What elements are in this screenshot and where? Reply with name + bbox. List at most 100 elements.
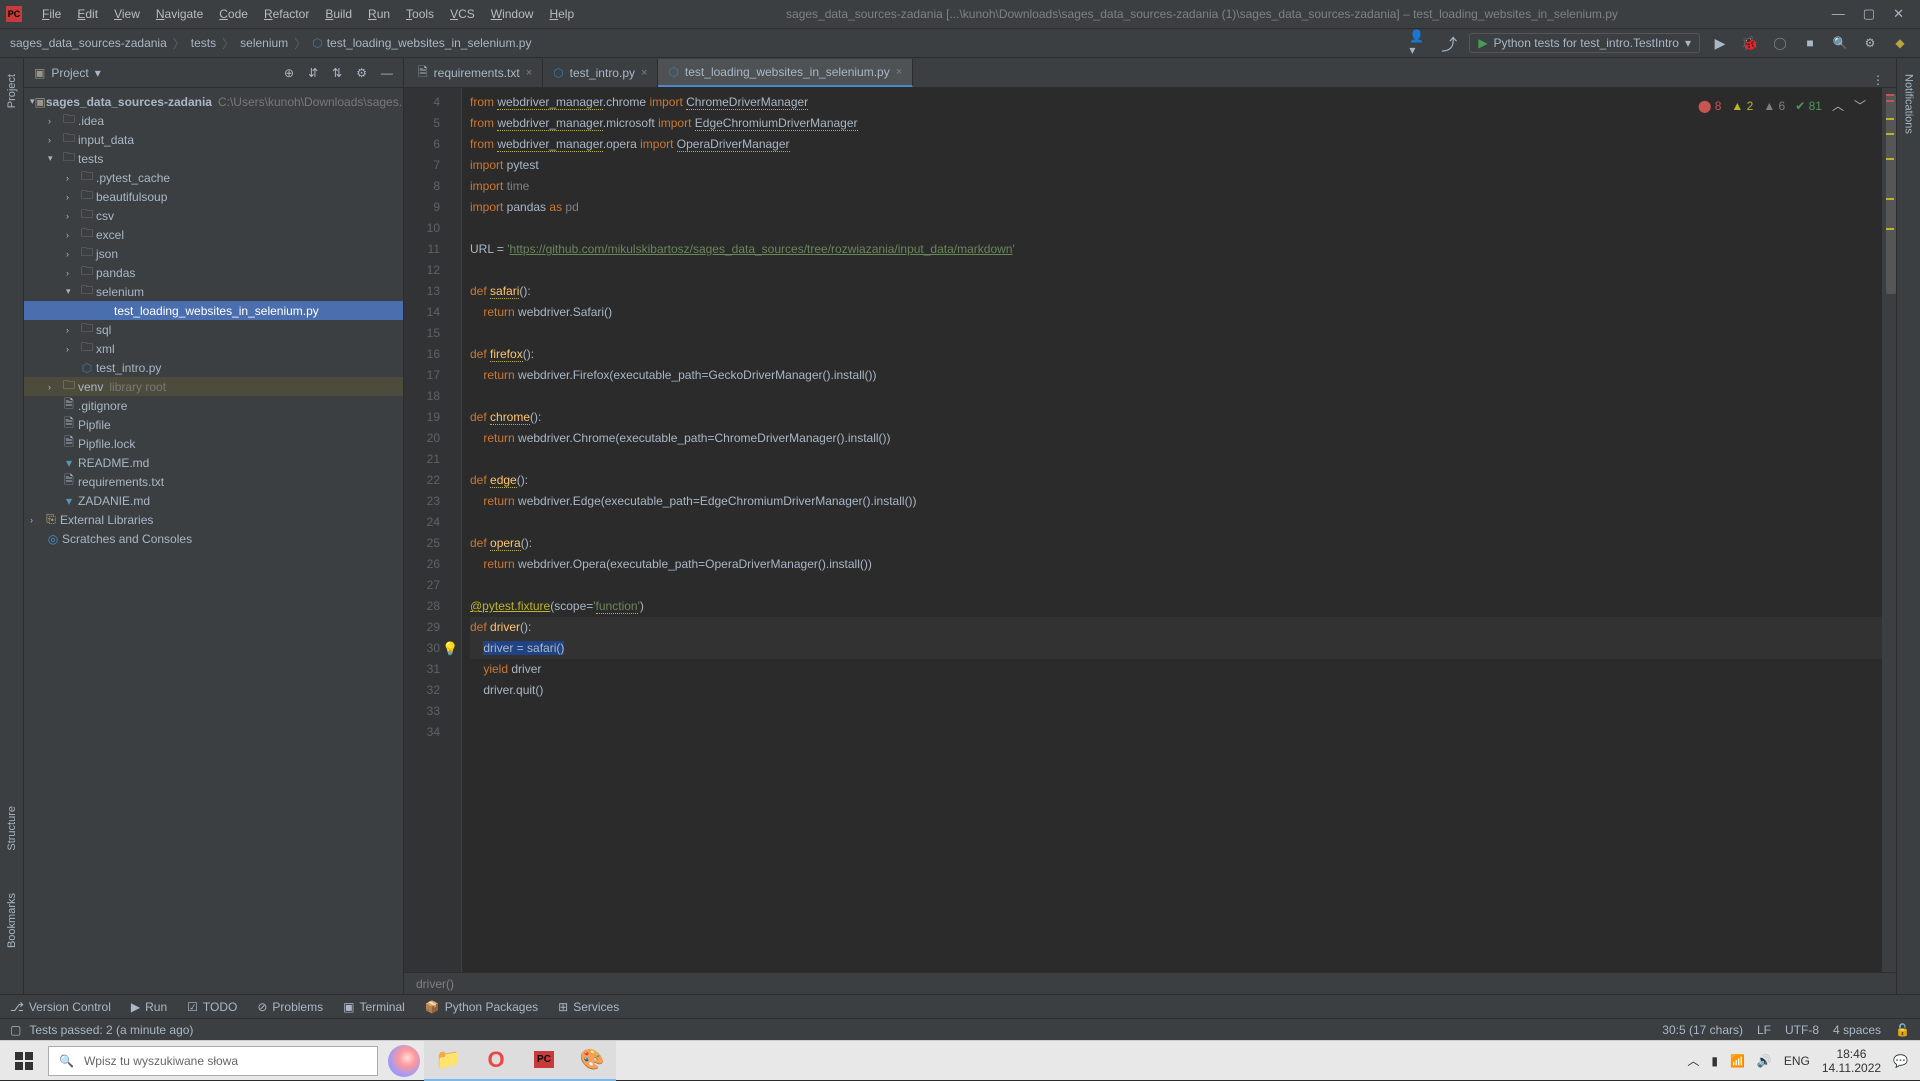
breadcrumb-item[interactable]: ⬡ test_loading_websites_in_selenium.py [312, 36, 531, 50]
stop-button-icon[interactable]: ■ [1800, 33, 1820, 53]
file-encoding[interactable]: UTF-8 [1785, 1023, 1819, 1037]
breadcrumb-item[interactable]: sages_data_sources-zadania [10, 36, 167, 50]
maximize-icon[interactable]: ▢ [1863, 6, 1875, 22]
tree-item[interactable]: ▾ README.md [24, 453, 403, 472]
notifications-icon[interactable]: 💬 [1893, 1054, 1908, 1068]
taskbar-search[interactable]: 🔍 Wpisz tu wyszukiwane słowa [48, 1046, 378, 1076]
language-indicator[interactable]: ENG [1784, 1054, 1810, 1068]
file-explorer-icon[interactable]: 📁 [424, 1041, 472, 1081]
readonly-lock-icon[interactable]: 🔓 [1895, 1023, 1910, 1037]
menu-run[interactable]: Run [360, 7, 398, 21]
project-panel-title[interactable]: ▣ Project ▾ [34, 66, 101, 80]
tree-item[interactable]: ›🗀 excel [24, 225, 403, 244]
structure-tool-tab[interactable]: Structure [4, 800, 20, 857]
tree-item[interactable]: ▾ ZADANIE.md [24, 491, 403, 510]
volume-icon[interactable]: 🔊 [1757, 1054, 1772, 1068]
tab-close-icon[interactable]: × [641, 67, 647, 79]
tabs-more-icon[interactable]: ⋮ [1860, 73, 1896, 87]
settings-gear-icon[interactable]: ⚙ [1860, 33, 1880, 53]
tree-item[interactable]: 🗎 requirements.txt [24, 472, 403, 491]
tree-item[interactable]: ▾🗀 tests [24, 149, 403, 168]
context-breadcrumb[interactable]: driver() [404, 972, 1896, 994]
project-tool-tab[interactable]: Project [4, 68, 20, 114]
tree-item[interactable]: ›🗀 venvlibrary root [24, 377, 403, 396]
tree-item[interactable]: ›🗀 sql [24, 320, 403, 339]
editor-tab[interactable]: 🗎requirements.txt× [408, 59, 543, 87]
indent-setting[interactable]: 4 spaces [1833, 1023, 1881, 1037]
menu-view[interactable]: View [106, 7, 148, 21]
tree-item[interactable]: ›🗀 .pytest_cache [24, 168, 403, 187]
collapse-all-icon[interactable]: ⇅ [332, 66, 342, 80]
opera-icon[interactable]: O [472, 1041, 520, 1081]
tool-tab-version-control[interactable]: ⎇Version Control [10, 1000, 111, 1014]
build-icon[interactable]: ⤴ [1439, 33, 1459, 53]
menu-tools[interactable]: Tools [398, 7, 442, 21]
menu-refactor[interactable]: Refactor [256, 7, 317, 21]
plugins-icon[interactable]: ◆ [1890, 33, 1910, 53]
run-configuration-selector[interactable]: ▶ Python tests for test_intro.TestIntro … [1469, 33, 1700, 53]
paint-icon[interactable]: 🎨 [568, 1041, 616, 1081]
breadcrumb-item[interactable]: selenium [240, 36, 288, 50]
code-content[interactable]: ⬤ 8 ▲ 2 ▲ 6 ✔ 81 ︿ ﹀ from webdriver_mana… [462, 88, 1882, 972]
scratches-and-consoles[interactable]: ◎ Scratches and Consoles [24, 529, 403, 548]
tool-tab-run[interactable]: ▶Run [131, 1000, 167, 1014]
search-everywhere-icon[interactable]: 🔍 [1830, 33, 1850, 53]
battery-icon[interactable]: ▮ [1711, 1054, 1718, 1068]
tree-item[interactable]: ⬡ test_intro.py [24, 358, 403, 377]
menu-file[interactable]: File [34, 7, 69, 21]
clock[interactable]: 18:46 14.11.2022 [1822, 1047, 1881, 1075]
tree-item[interactable]: 🗎 Pipfile.lock [24, 434, 403, 453]
caret-position[interactable]: 30:5 (17 chars) [1662, 1023, 1743, 1037]
tool-tab-services[interactable]: ⊞Services [558, 1000, 619, 1014]
hide-panel-icon[interactable]: — [381, 66, 393, 80]
tool-tab-todo[interactable]: ☑TODO [187, 1000, 237, 1014]
menu-edit[interactable]: Edit [69, 7, 106, 21]
cortana-icon[interactable] [384, 1041, 424, 1081]
tree-root[interactable]: ▾ ▣ sages_data_sources-zadania C:\Users\… [24, 92, 403, 111]
coverage-icon[interactable]: ◯ [1770, 33, 1790, 53]
pycharm-taskbar-icon[interactable]: PC [520, 1041, 568, 1081]
scrollbar-thumb[interactable] [1886, 94, 1896, 294]
tree-item[interactable]: ›🗀 input_data [24, 130, 403, 149]
notifications-tool-tab[interactable]: Notifications [1901, 68, 1917, 140]
bookmarks-tool-tab[interactable]: Bookmarks [4, 887, 20, 954]
editor-tab[interactable]: ⬡test_loading_websites_in_selenium.py× [658, 59, 913, 87]
tree-item[interactable]: ›🗀 pandas [24, 263, 403, 282]
external-libraries[interactable]: › ⎘ External Libraries [24, 510, 403, 529]
tray-chevron-icon[interactable]: ︿ [1687, 1052, 1699, 1069]
tree-item[interactable]: ›🗀 beautifulsoup [24, 187, 403, 206]
tab-close-icon[interactable]: × [526, 67, 532, 79]
tree-item[interactable]: ⬡ test_loading_websites_in_selenium.py [24, 301, 403, 320]
menu-navigate[interactable]: Navigate [148, 7, 211, 21]
tree-item[interactable]: ›🗀 .idea [24, 111, 403, 130]
menu-help[interactable]: Help [541, 7, 582, 21]
editor-tab[interactable]: ⬡test_intro.py× [543, 59, 658, 87]
tab-close-icon[interactable]: × [896, 66, 902, 78]
debug-button-icon[interactable]: 🐞 [1740, 33, 1760, 53]
tree-item[interactable]: ›🗀 csv [24, 206, 403, 225]
settings-gear-icon[interactable]: ⚙ [356, 66, 367, 80]
tree-item[interactable]: ▾🗀 selenium [24, 282, 403, 301]
menu-code[interactable]: Code [211, 7, 256, 21]
close-icon[interactable]: ✕ [1893, 6, 1904, 22]
tree-item[interactable]: ›🗀 json [24, 244, 403, 263]
minimize-icon[interactable]: — [1832, 6, 1845, 22]
tool-tab-python-packages[interactable]: 📦Python Packages [425, 1000, 538, 1014]
intention-bulb-icon[interactable]: 💡 [442, 638, 458, 659]
menu-build[interactable]: Build [317, 7, 360, 21]
tool-tab-terminal[interactable]: ▣Terminal [343, 1000, 405, 1014]
tree-item[interactable]: 🗎 .gitignore [24, 396, 403, 415]
menu-window[interactable]: Window [483, 7, 542, 21]
tree-item[interactable]: ›🗀 xml [24, 339, 403, 358]
code-editor[interactable]: 4567891011121314151617181920212223242526… [404, 88, 1896, 972]
tree-item[interactable]: 🗎 Pipfile [24, 415, 403, 434]
line-separator[interactable]: LF [1757, 1023, 1771, 1037]
run-button-icon[interactable]: ▶ [1710, 33, 1730, 53]
project-tree[interactable]: ▾ ▣ sages_data_sources-zadania C:\Users\… [24, 88, 403, 994]
menu-vcs[interactable]: VCS [442, 7, 483, 21]
wifi-icon[interactable]: 📶 [1730, 1054, 1745, 1068]
tool-tab-problems[interactable]: ⊘Problems [257, 1000, 323, 1014]
user-icon[interactable]: 👤▾ [1409, 33, 1429, 53]
breadcrumb-item[interactable]: tests [191, 36, 216, 50]
select-opened-file-icon[interactable]: ⊕ [284, 66, 294, 80]
